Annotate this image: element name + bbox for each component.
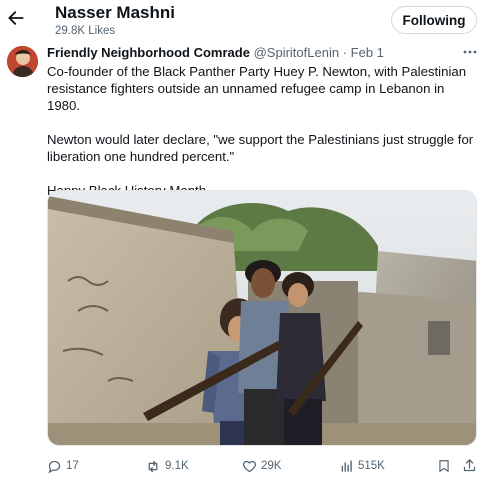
avatar-image [7, 46, 38, 77]
views-button[interactable]: 515K [340, 456, 385, 476]
following-button[interactable]: Following [391, 6, 477, 34]
likes-count: 29.8K Likes [55, 25, 116, 37]
tweet-photo[interactable] [47, 190, 477, 446]
repost-button[interactable]: 9.1K [145, 456, 189, 476]
tweet-meta: Friendly Neighborhood Comrade @SpiritofL… [47, 45, 384, 60]
avatar[interactable] [7, 46, 38, 77]
tweet-text: Co-founder of the Black Panther Party Hu… [47, 63, 479, 199]
reply-button[interactable]: 17 [47, 456, 79, 476]
profile-header: Nasser Mashni 29.8K Likes Following [0, 0, 487, 40]
tweet-paragraph: Newton would later declare, "we support … [47, 132, 474, 164]
share-icon[interactable] [462, 457, 477, 474]
repost-icon [148, 460, 158, 472]
author-name[interactable]: Friendly Neighborhood Comrade [47, 45, 250, 60]
more-options-icon[interactable] [462, 44, 478, 60]
profile-name[interactable]: Nasser Mashni [55, 3, 175, 23]
author-handle[interactable]: @SpiritofLenin [254, 45, 339, 60]
like-button[interactable]: 29K [242, 456, 281, 476]
arrow-left-icon[interactable] [6, 8, 26, 28]
tweet-date[interactable]: Feb 1 [351, 45, 384, 60]
tweet-paragraph: Co-founder of the Black Panther Party Hu… [47, 64, 467, 113]
reply-icon [48, 460, 61, 474]
reply-count: 17 [66, 460, 79, 472]
views-chart-icon [341, 460, 352, 472]
repost-count: 9.1K [165, 460, 189, 472]
tweet-actions: 17 9.1K 29K 515K [0, 456, 487, 476]
meta-separator: · [342, 45, 348, 60]
bookmark-icon[interactable] [437, 458, 451, 474]
views-count: 515K [358, 460, 385, 472]
like-count: 29K [261, 460, 282, 472]
heart-icon [242, 460, 257, 472]
photo-illustration [48, 191, 476, 445]
